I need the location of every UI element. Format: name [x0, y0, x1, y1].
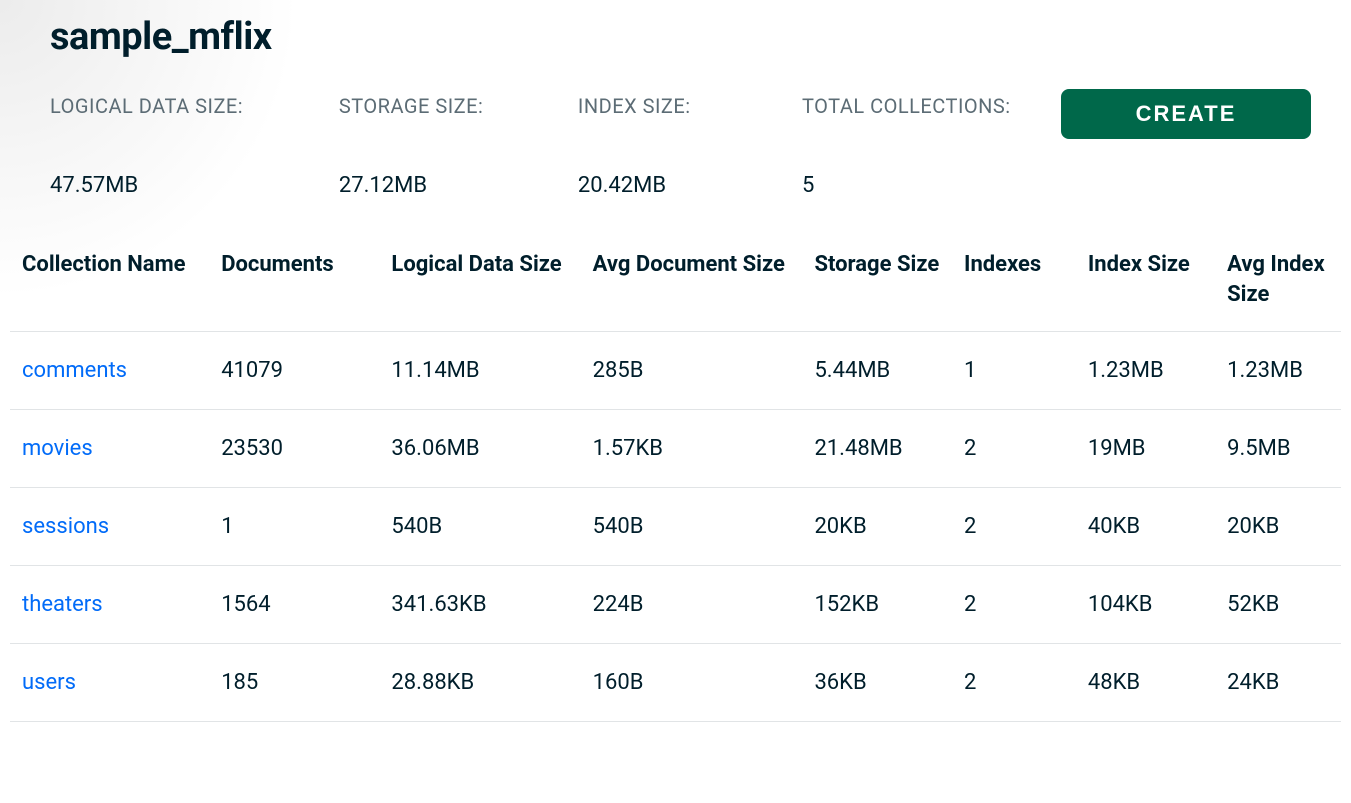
stat-total-collections: TOTAL COLLECTIONS: 5: [802, 89, 1061, 198]
cell-documents: 23530: [211, 410, 381, 488]
th-indexes[interactable]: Indexes: [954, 238, 1078, 332]
cell-documents: 185: [211, 644, 381, 722]
table-row: users 185 28.88KB 160B 36KB 2 48KB 24KB: [10, 644, 1341, 722]
th-storage-size[interactable]: Storage Size: [804, 238, 954, 332]
cell-logical-data-size: 11.14MB: [381, 332, 582, 410]
th-avg-document-size[interactable]: Avg Document Size: [583, 238, 805, 332]
th-collection-name[interactable]: Collection Name: [10, 238, 211, 332]
cell-indexes: 2: [954, 410, 1078, 488]
stat-value: 20.42MB: [578, 173, 802, 198]
cell-storage-size: 36KB: [804, 644, 954, 722]
cell-logical-data-size: 341.63KB: [381, 566, 582, 644]
stat-label: STORAGE SIZE:: [339, 89, 578, 123]
cell-documents: 41079: [211, 332, 381, 410]
collections-table: Collection Name Documents Logical Data S…: [10, 238, 1341, 722]
table-header-row: Collection Name Documents Logical Data S…: [10, 238, 1341, 332]
cell-storage-size: 20KB: [804, 488, 954, 566]
cell-index-size: 48KB: [1078, 644, 1217, 722]
cell-documents: 1: [211, 488, 381, 566]
cell-indexes: 2: [954, 488, 1078, 566]
cell-index-size: 104KB: [1078, 566, 1217, 644]
collection-link[interactable]: theaters: [10, 566, 211, 644]
th-documents[interactable]: Documents: [211, 238, 381, 332]
table-body: comments 41079 11.14MB 285B 5.44MB 1 1.2…: [10, 332, 1341, 722]
table-row: sessions 1 540B 540B 20KB 2 40KB 20KB: [10, 488, 1341, 566]
stat-storage-size: STORAGE SIZE: 27.12MB: [339, 89, 578, 198]
cell-avg-index-size: 20KB: [1217, 488, 1341, 566]
cell-documents: 1564: [211, 566, 381, 644]
stat-value: 27.12MB: [339, 173, 578, 198]
cell-logical-data-size: 36.06MB: [381, 410, 582, 488]
cell-indexes: 1: [954, 332, 1078, 410]
cell-avg-index-size: 52KB: [1217, 566, 1341, 644]
collection-link[interactable]: movies: [10, 410, 211, 488]
cell-logical-data-size: 540B: [381, 488, 582, 566]
th-avg-index-size[interactable]: Avg Index Size: [1217, 238, 1341, 332]
cell-storage-size: 152KB: [804, 566, 954, 644]
cell-storage-size: 21.48MB: [804, 410, 954, 488]
cell-avg-document-size: 540B: [583, 488, 805, 566]
stat-logical-data-size: LOGICAL DATA SIZE: 47.57MB: [50, 89, 339, 198]
stats-row: LOGICAL DATA SIZE: 47.57MB STORAGE SIZE:…: [50, 89, 1341, 198]
cell-index-size: 40KB: [1078, 488, 1217, 566]
cell-storage-size: 5.44MB: [804, 332, 954, 410]
th-index-size[interactable]: Index Size: [1078, 238, 1217, 332]
cell-avg-document-size: 285B: [583, 332, 805, 410]
stat-label: LOGICAL DATA SIZE:: [50, 89, 339, 123]
stat-label: TOTAL COLLECTIONS:: [802, 89, 1061, 123]
database-title: sample_mflix: [50, 15, 1341, 59]
cell-avg-document-size: 160B: [583, 644, 805, 722]
stat-value: 47.57MB: [50, 173, 339, 198]
collection-link[interactable]: users: [10, 644, 211, 722]
collections-table-wrap: Collection Name Documents Logical Data S…: [10, 238, 1341, 722]
cell-indexes: 2: [954, 566, 1078, 644]
cell-index-size: 1.23MB: [1078, 332, 1217, 410]
cell-avg-index-size: 9.5MB: [1217, 410, 1341, 488]
cell-logical-data-size: 28.88KB: [381, 644, 582, 722]
cell-avg-index-size: 1.23MB: [1217, 332, 1341, 410]
stat-label: INDEX SIZE:: [578, 89, 802, 123]
table-row: theaters 1564 341.63KB 224B 152KB 2 104K…: [10, 566, 1341, 644]
collection-link[interactable]: sessions: [10, 488, 211, 566]
cell-avg-index-size: 24KB: [1217, 644, 1341, 722]
cell-avg-document-size: 224B: [583, 566, 805, 644]
collection-link[interactable]: comments: [10, 332, 211, 410]
cell-indexes: 2: [954, 644, 1078, 722]
table-row: comments 41079 11.14MB 285B 5.44MB 1 1.2…: [10, 332, 1341, 410]
cell-index-size: 19MB: [1078, 410, 1217, 488]
stat-index-size: INDEX SIZE: 20.42MB: [578, 89, 802, 198]
th-logical-data-size[interactable]: Logical Data Size: [381, 238, 582, 332]
table-row: movies 23530 36.06MB 1.57KB 21.48MB 2 19…: [10, 410, 1341, 488]
cell-avg-document-size: 1.57KB: [583, 410, 805, 488]
create-button[interactable]: CREATE: [1061, 89, 1311, 139]
stat-value: 5: [802, 173, 1061, 198]
